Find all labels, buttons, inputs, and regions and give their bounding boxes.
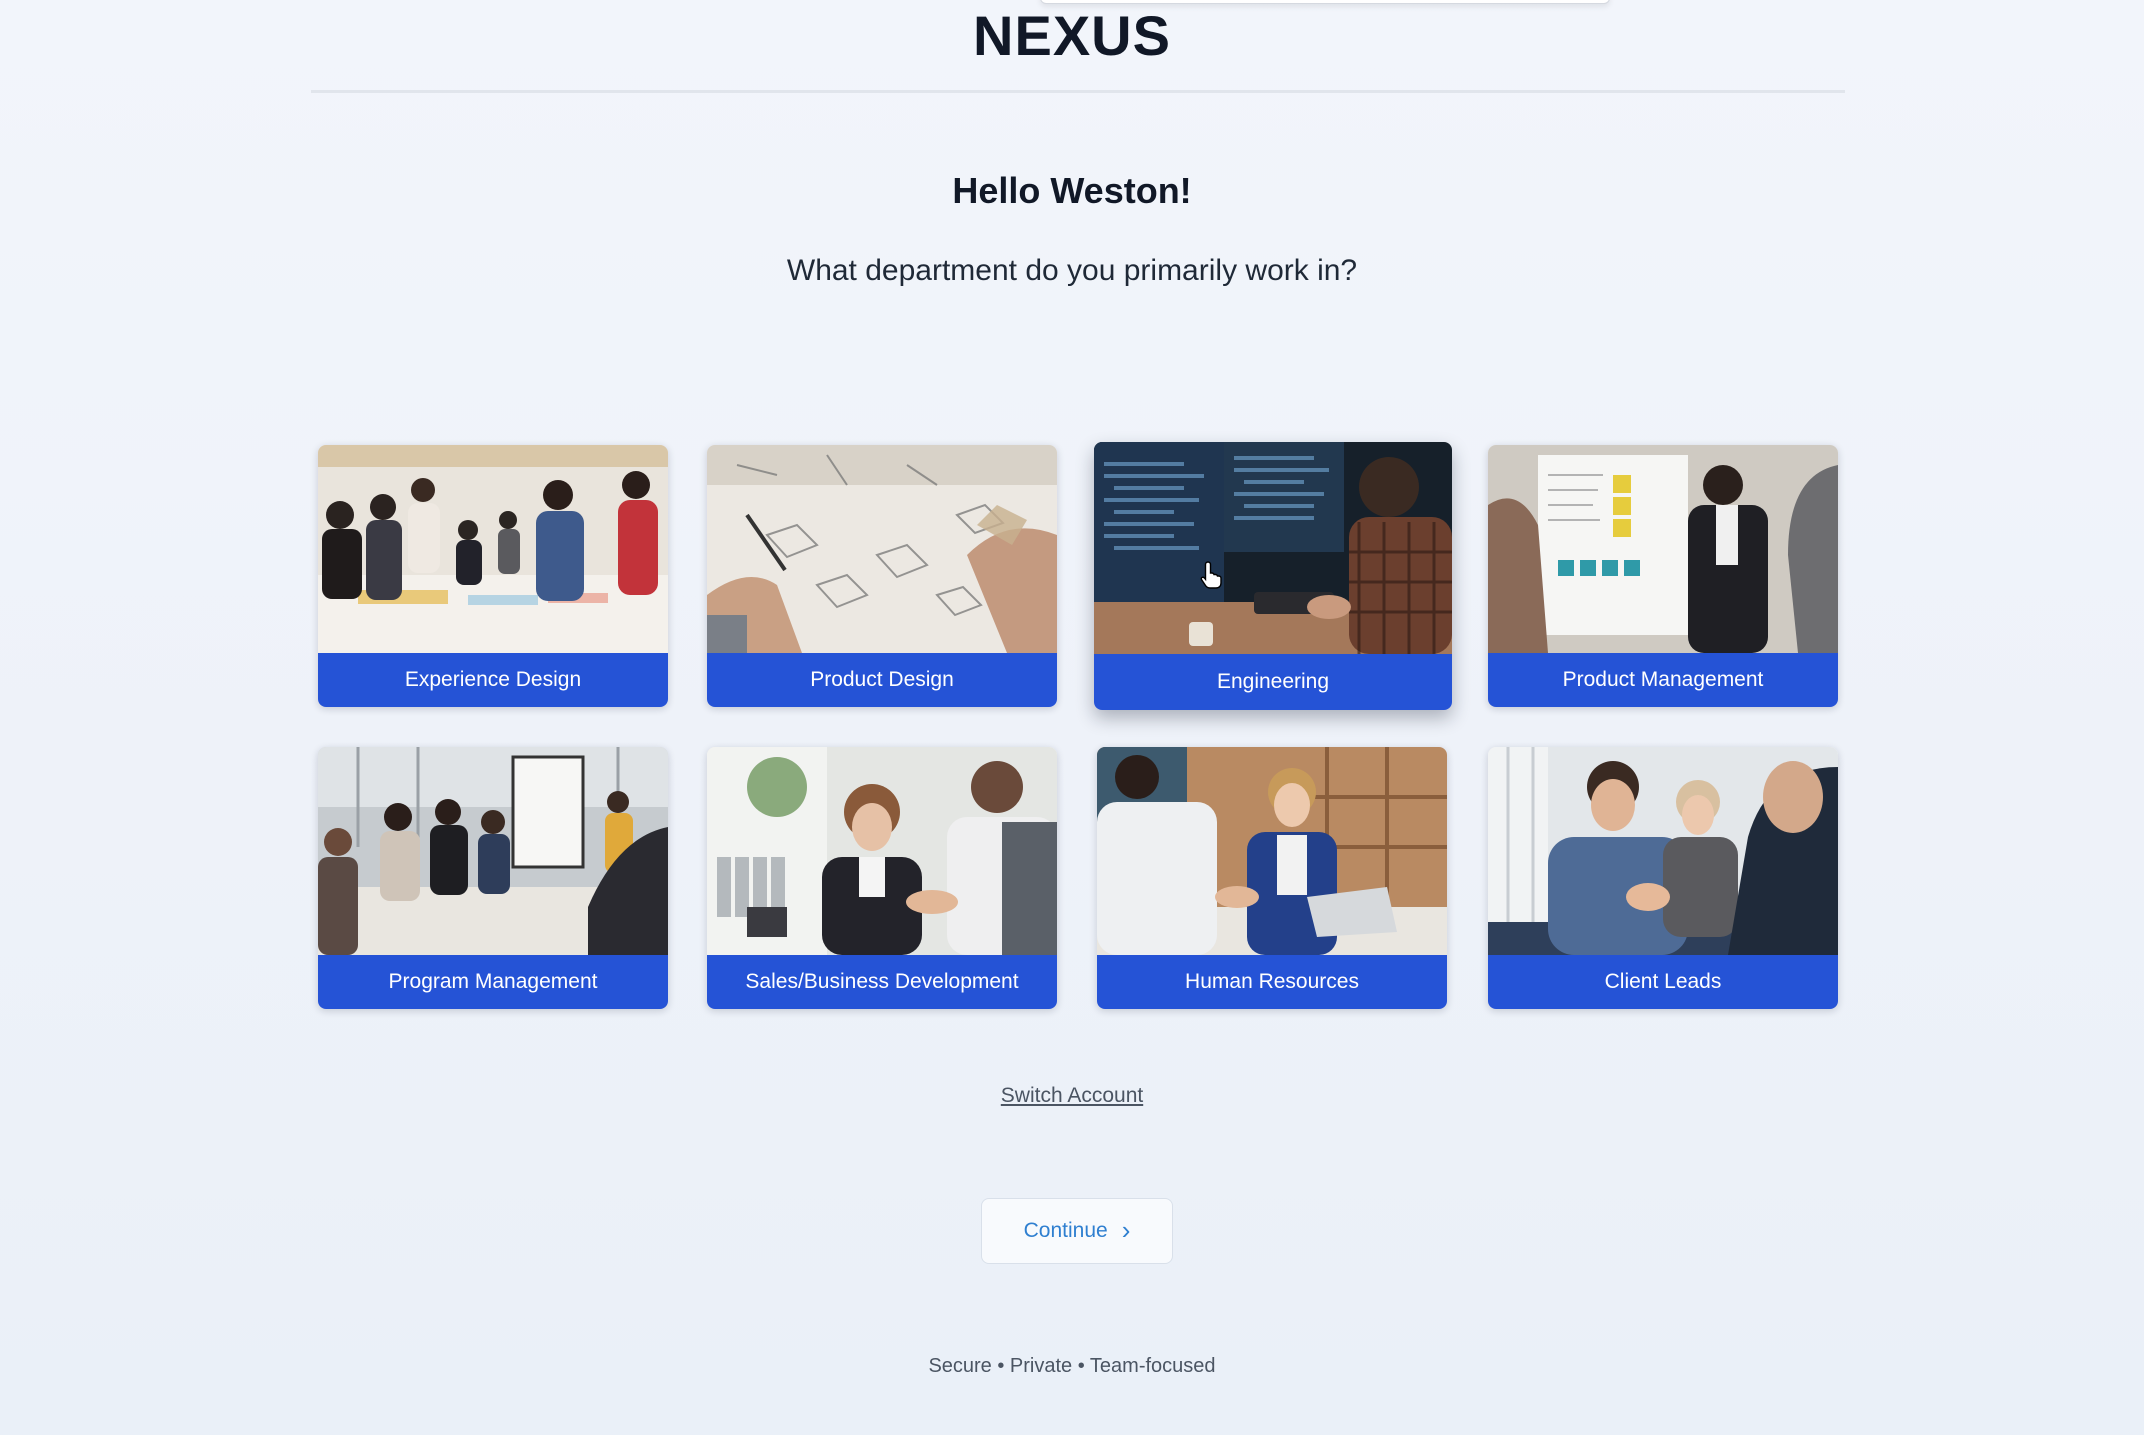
card-label: Product Management	[1488, 653, 1838, 707]
department-card-client-leads[interactable]: Client Leads	[1488, 747, 1838, 1009]
product-design-photo	[707, 445, 1057, 653]
client-leads-photo	[1488, 747, 1838, 955]
department-card-sales-business-development[interactable]: Sales/Business Development	[707, 747, 1057, 1009]
card-label: Program Management	[318, 955, 668, 1009]
experience-design-photo	[318, 445, 668, 653]
card-label: Sales/Business Development	[707, 955, 1057, 1009]
sales-business-development-photo	[707, 747, 1057, 955]
continue-button[interactable]: Continue ›	[981, 1198, 1173, 1264]
department-card-product-design[interactable]: Product Design	[707, 445, 1057, 707]
header-divider	[311, 90, 1845, 93]
card-label: Human Resources	[1097, 955, 1447, 1009]
card-label: Product Design	[707, 653, 1057, 707]
card-label: Experience Design	[318, 653, 668, 707]
switch-account-link[interactable]: Switch Account	[1001, 1084, 1143, 1107]
greeting-heading: Hello Weston!	[952, 170, 1192, 211]
department-card-engineering[interactable]: Engineering	[1094, 442, 1452, 710]
brand-logo: NEXUS	[973, 4, 1171, 67]
department-card-experience-design[interactable]: Experience Design	[318, 445, 668, 707]
department-question: What department do you primarily work in…	[786, 254, 1358, 287]
department-card-program-management[interactable]: Program Management	[318, 747, 668, 1009]
program-management-photo	[318, 747, 668, 955]
onboarding-page: NEXUS Hello Weston! What department do y…	[0, 0, 2144, 1436]
card-label: Engineering	[1094, 654, 1452, 710]
human-resources-photo	[1097, 747, 1447, 955]
department-card-human-resources[interactable]: Human Resources	[1097, 747, 1447, 1009]
card-label: Client Leads	[1488, 955, 1838, 1009]
switch-account-wrapper: Switch Account	[0, 1084, 2144, 1108]
footer-tagline: Secure • Private • Team-focused	[928, 1355, 1216, 1377]
engineering-photo	[1094, 442, 1452, 654]
chevron-right-icon: ›	[1121, 1214, 1131, 1245]
department-card-product-management[interactable]: Product Management	[1488, 445, 1838, 707]
product-management-photo	[1488, 445, 1838, 653]
hand-pointer-icon	[1200, 561, 1222, 589]
continue-label: Continue	[1023, 1219, 1108, 1242]
